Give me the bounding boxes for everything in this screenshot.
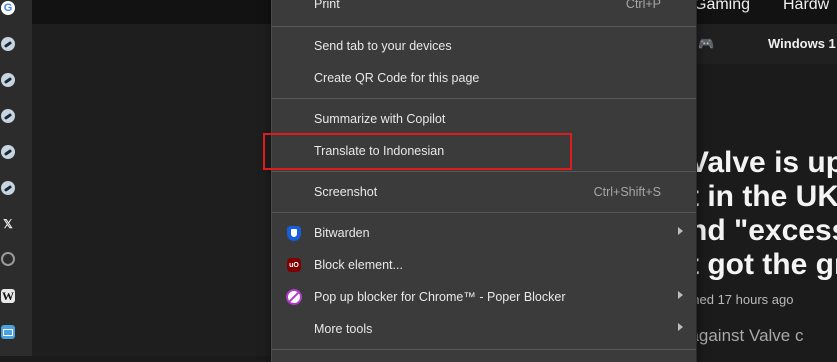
bitwarden-icon — [286, 225, 302, 241]
menu-separator — [272, 26, 696, 27]
menu-separator — [272, 171, 696, 172]
menu-separator — [272, 98, 696, 99]
nav-hardware-link[interactable]: Hardw — [783, 0, 829, 14]
menu-item-label: Create QR Code for this page — [314, 71, 480, 85]
context-menu: Print Ctrl+P Send tab to your devices Cr… — [271, 0, 697, 362]
google-icon[interactable]: G — [1, 1, 15, 15]
nav-gaming-link[interactable]: Gaming — [694, 0, 750, 14]
menu-item-popup-blocker[interactable]: Pop up blocker for Chrome™ - Poper Block… — [272, 281, 696, 313]
gamepad-icon[interactable]: 🎮 — [698, 36, 714, 52]
w-icon[interactable]: W — [1, 289, 15, 303]
spiral-icon[interactable] — [1, 252, 15, 266]
blue-app-icon[interactable] — [1, 325, 15, 339]
menu-item-print[interactable]: Print Ctrl+P — [272, 0, 696, 20]
submenu-arrow-icon — [678, 323, 683, 331]
highlight-box — [263, 133, 572, 170]
menu-item-block-element[interactable]: uO Block element... — [272, 249, 696, 281]
menu-item-label: Screenshot — [314, 185, 378, 199]
article-area: Valve is up t in the UK, nd "excessi t g… — [695, 64, 837, 356]
menu-item-label: Summarize with Copilot — [314, 112, 446, 126]
steam-icon[interactable] — [1, 73, 15, 87]
menu-item-label: More tools — [314, 322, 373, 336]
article-excerpt: t against Valve c — [680, 326, 804, 345]
menu-item-bitwarden[interactable]: Bitwarden — [272, 217, 696, 249]
menu-item-label: Bitwarden — [314, 226, 370, 240]
headline-line[interactable]: nd "excessi — [695, 216, 837, 246]
poper-blocker-icon — [286, 289, 302, 305]
menu-item-shortcut: Ctrl+Shift+S — [593, 185, 661, 199]
x-icon[interactable]: 𝕏 — [1, 217, 15, 231]
menu-item-send-tab[interactable]: Send tab to your devices — [272, 30, 696, 62]
article-published-time: lished 17 hours ago — [680, 292, 794, 307]
steam-icon[interactable] — [1, 109, 15, 123]
ublock-icon: uO — [286, 257, 302, 273]
menu-item-screenshot[interactable]: Screenshot Ctrl+Shift+S — [272, 176, 696, 208]
submenu-arrow-icon — [678, 227, 683, 235]
menu-item-shortcut: Ctrl+P — [625, 0, 661, 11]
headline-line[interactable]: t in the UK, — [695, 182, 837, 212]
menu-item-more-tools[interactable]: More tools — [272, 313, 696, 345]
vertical-tab-strip: G 𝕏 W — [0, 0, 32, 356]
menu-item-summarize-copilot[interactable]: Summarize with Copilot — [272, 103, 696, 135]
menu-item-label: Block element... — [314, 258, 403, 272]
menu-item-label: Print — [314, 0, 340, 11]
steam-icon[interactable] — [1, 145, 15, 159]
subnav-windows-link[interactable]: Windows 1 — [768, 36, 836, 51]
menu-separator — [272, 212, 696, 213]
submenu-arrow-icon — [678, 291, 683, 299]
menu-item-label: Send tab to your devices — [314, 39, 452, 53]
menu-separator — [272, 349, 696, 350]
menu-item-qr-code[interactable]: Create QR Code for this page — [272, 62, 696, 94]
headline-line[interactable]: t got the gr — [695, 250, 837, 280]
steam-icon[interactable] — [1, 181, 15, 195]
page-content-left — [32, 0, 271, 356]
headline-line[interactable]: Valve is up — [695, 148, 837, 178]
steam-icon[interactable] — [1, 37, 15, 51]
menu-item-label: Pop up blocker for Chrome™ - Poper Block… — [314, 290, 566, 304]
